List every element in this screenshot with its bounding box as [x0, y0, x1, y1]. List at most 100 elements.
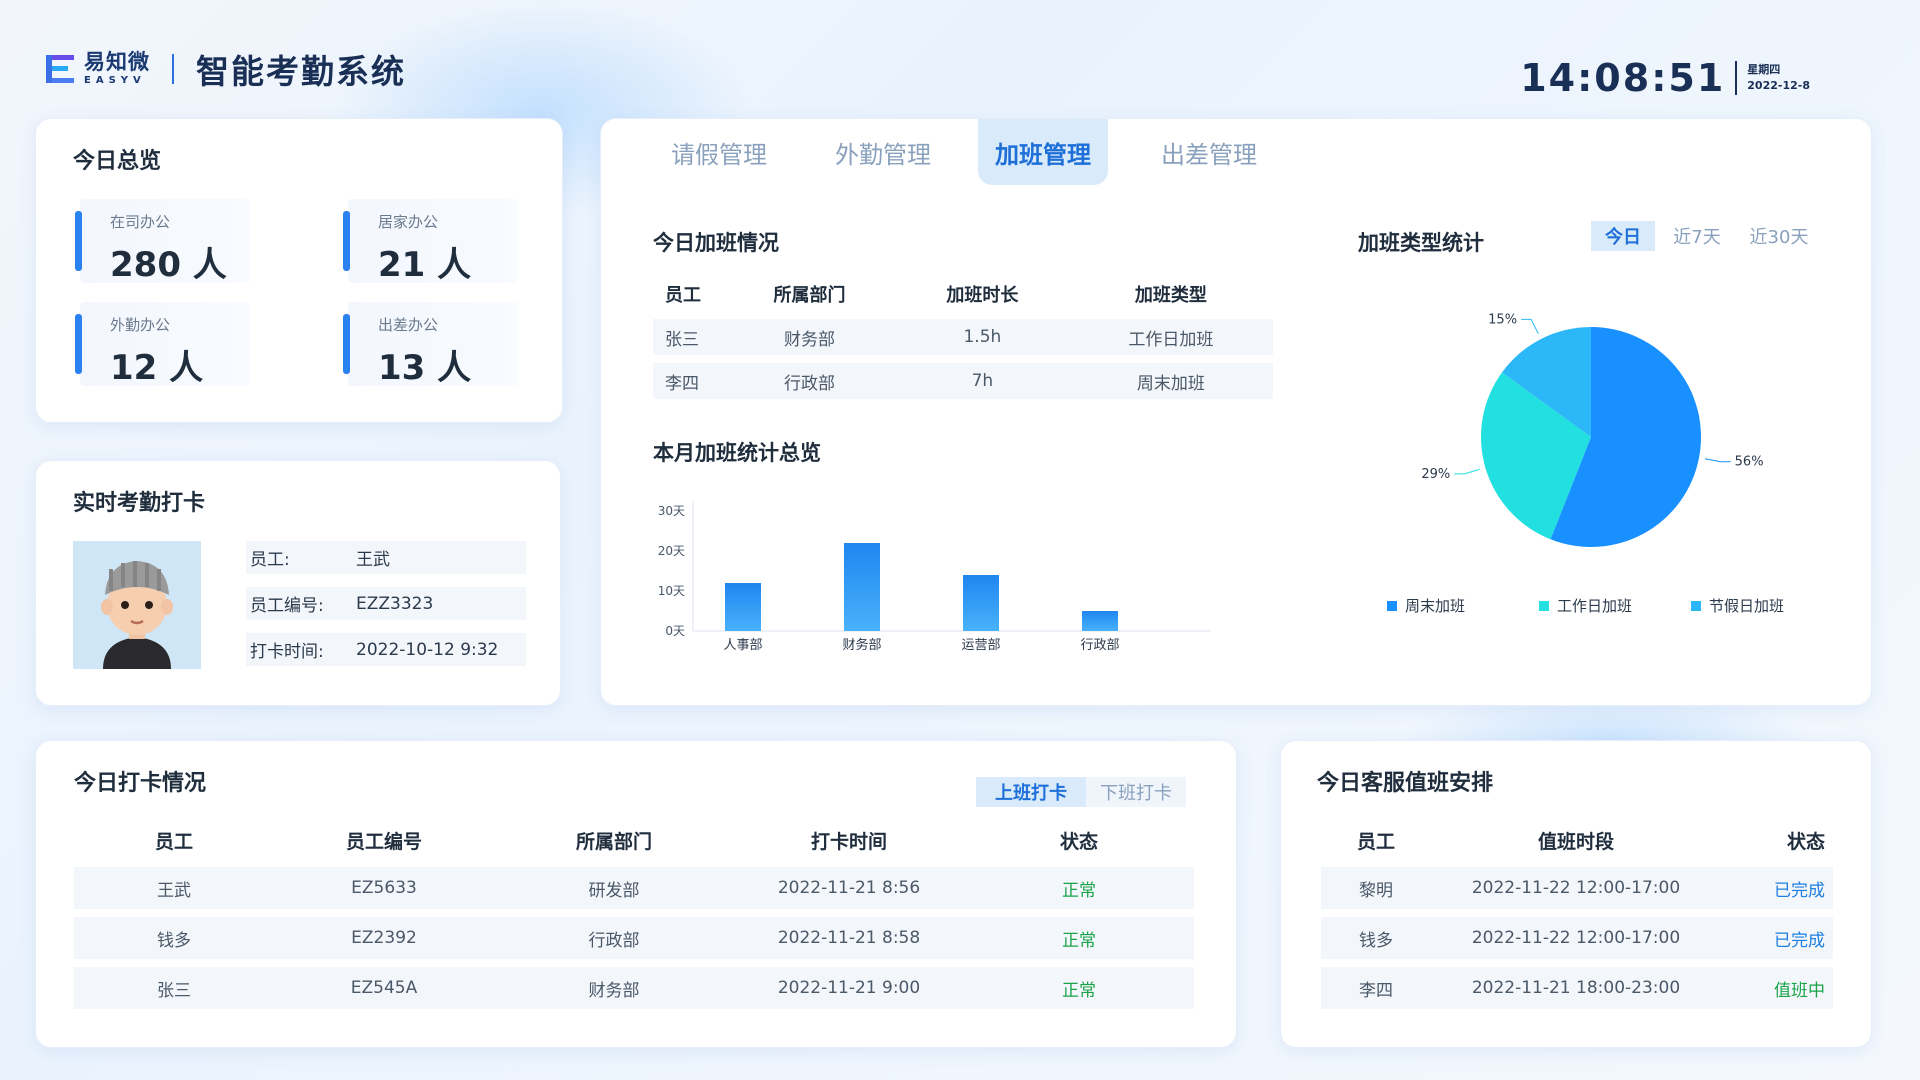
stat-accent-bar [343, 211, 350, 271]
pie-data-label: 56% [1735, 455, 1764, 470]
stat-label: 居家办公 [378, 213, 439, 231]
stat-accent-bar [343, 314, 350, 374]
cell-duration: 1.5h [895, 319, 1069, 355]
cell-employee-id: EZ5633 [274, 867, 494, 909]
cell-duration: 7h [895, 363, 1069, 399]
checkin-title: 实时考勤打卡 [73, 491, 206, 516]
management-card: 请假管理 外勤管理 加班管理 出差管理 今日加班情况 员工 所属部门 加班时长 … [600, 118, 1872, 706]
stat-trip: 出差办公 13 人 [343, 302, 518, 388]
table-row[interactable]: 钱多 EZ2392 行政部 2022-11-21 8:58 正常 [74, 917, 1194, 959]
table-row[interactable]: 张三 EZ545A 财务部 2022-11-21 9:00 正常 [74, 967, 1194, 1009]
stat-value: 280 人 [110, 245, 227, 285]
column-header: 所属部门 [575, 830, 652, 853]
logo-english: EASYV [84, 75, 146, 86]
cell-employee: 钱多 [1321, 917, 1431, 959]
header-divider [172, 54, 174, 84]
bar-运营部 [963, 575, 999, 631]
legend-weekend: 周末加班 [1387, 595, 1465, 616]
legend-swatch [1539, 600, 1549, 611]
range-today[interactable]: 今日 [1591, 221, 1655, 251]
cell-checkin-time: 2022-11-21 9:00 [734, 967, 964, 1009]
column-header: 加班类型 [1134, 285, 1207, 306]
cell-duty-period: 2022-11-22 12:00-17:00 [1431, 917, 1721, 959]
checkin-card: 实时考勤打卡 员工: 王武 员工编号: EZZ3323 打卡时间: 2022-1 [35, 460, 561, 706]
monthly-title: 本月加班统计总览 [653, 441, 821, 465]
cell-checkin-time: 2022-11-21 8:58 [734, 917, 964, 959]
range-7days[interactable]: 近7天 [1665, 221, 1729, 251]
tab-overtime[interactable]: 加班管理 [978, 119, 1108, 185]
pie-label-line [1454, 468, 1480, 475]
cell-department: 研发部 [494, 867, 734, 909]
status-badge: 已完成 [1721, 867, 1833, 909]
column-header: 员工 [665, 285, 701, 306]
info-value: 2022-10-12 9:32 [356, 639, 499, 660]
table-row[interactable]: 张三 财务部 1.5h 工作日加班 [653, 319, 1273, 355]
x-tick-label: 人事部 [723, 638, 762, 653]
legend-swatch [1387, 600, 1397, 611]
overtime-table: 员工 所属部门 加班时长 加班类型 张三 财务部 1.5h 工作日加班 李四 行… [653, 269, 1273, 407]
status-badge: 正常 [964, 917, 1194, 959]
clock-date: 2022-12-8 [1747, 79, 1810, 92]
column-header: 状态 [1059, 830, 1098, 853]
info-row-employee-id: 员工编号: EZZ3323 [246, 587, 526, 620]
duty-card: 今日客服值班安排 员工 值班时段 状态 黎明 2022-11-22 12:00-… [1280, 740, 1872, 1048]
cell-department: 财务部 [723, 319, 896, 355]
stat-label: 外勤办公 [110, 316, 171, 334]
legend-holiday: 节假日加班 [1691, 595, 1784, 616]
table-row[interactable]: 李四 行政部 7h 周末加班 [653, 363, 1273, 399]
cell-employee-id: EZ545A [274, 967, 494, 1009]
legend-workday: 工作日加班 [1539, 595, 1632, 616]
stat-office: 在司办公 280 人 [75, 199, 250, 285]
clock-weekday: 星期四 [1747, 62, 1781, 76]
employee-avatar [73, 541, 201, 669]
legend-label: 节假日加班 [1709, 597, 1785, 615]
clock: 14:08:51 星期四 2022-12-8 [1520, 56, 1810, 100]
info-key: 员工: [250, 550, 290, 570]
table-row[interactable]: 李四 2022-11-21 18:00-23:00 值班中 [1321, 967, 1833, 1009]
cell-department: 行政部 [494, 917, 734, 959]
info-row-checkin-time: 打卡时间: 2022-10-12 9:32 [246, 633, 526, 666]
duty-title: 今日客服值班安排 [1317, 771, 1494, 796]
column-header: 员工编号 [345, 830, 422, 853]
type-stats-title: 加班类型统计 [1358, 231, 1484, 255]
cell-duty-period: 2022-11-21 18:00-23:00 [1431, 967, 1721, 1009]
info-row-employee: 员工: 王武 [246, 541, 526, 574]
app-title: 智能考勤系统 [196, 52, 406, 91]
table-row[interactable]: 黎明 2022-11-22 12:00-17:00 已完成 [1321, 867, 1833, 909]
overview-card: 今日总览 在司办公 280 人 居家办公 21 人 外勤办公 12 人 出差办公… [35, 118, 563, 423]
cell-employee: 黎明 [1321, 867, 1431, 909]
cell-type: 周末加班 [1068, 363, 1273, 399]
column-header: 加班时长 [946, 285, 1019, 306]
tab-leave[interactable]: 请假管理 [649, 119, 789, 185]
table-row[interactable]: 王武 EZ5633 研发部 2022-11-21 8:56 正常 [74, 867, 1194, 909]
overview-title: 今日总览 [73, 149, 162, 174]
clockin-today-title: 今日打卡情况 [74, 771, 207, 796]
legend-swatch [1691, 600, 1701, 611]
clock-time: 14:08:51 [1520, 56, 1726, 100]
monthly-bar-chart: 30天 20天 10天 0天人事部 财务部 运营部 行政部 [658, 501, 1211, 653]
pie-label-line [1521, 318, 1539, 334]
clock-divider [1735, 61, 1738, 95]
stat-accent-bar [75, 314, 82, 374]
header: 易知微 EASYV 智能考勤系统 [44, 44, 406, 94]
overtime-today-title: 今日加班情况 [653, 231, 779, 255]
tab-trip[interactable]: 出差管理 [1139, 119, 1279, 185]
tab-field[interactable]: 外勤管理 [813, 119, 953, 185]
column-header: 打卡时间 [810, 830, 887, 853]
bar-人事部 [725, 583, 761, 631]
logo[interactable]: 易知微 EASYV [44, 52, 150, 86]
table-row[interactable]: 钱多 2022-11-22 12:00-17:00 已完成 [1321, 917, 1833, 959]
column-header: 值班时段 [1537, 830, 1614, 853]
info-value: EZZ3323 [356, 593, 434, 614]
cell-employee: 王武 [74, 867, 274, 909]
pie-data-label: 29% [1421, 467, 1450, 482]
legend-label: 工作日加班 [1557, 597, 1633, 615]
stat-home: 居家办公 21 人 [343, 199, 518, 285]
toggle-clock-in[interactable]: 上班打卡 [976, 777, 1086, 807]
toggle-clock-out[interactable]: 下班打卡 [1086, 777, 1186, 807]
info-value: 王武 [356, 550, 390, 570]
x-tick-label: 行政部 [1080, 638, 1119, 653]
range-30days[interactable]: 近30天 [1741, 221, 1817, 251]
cell-department: 财务部 [494, 967, 734, 1009]
stat-value: 21 人 [378, 245, 472, 285]
